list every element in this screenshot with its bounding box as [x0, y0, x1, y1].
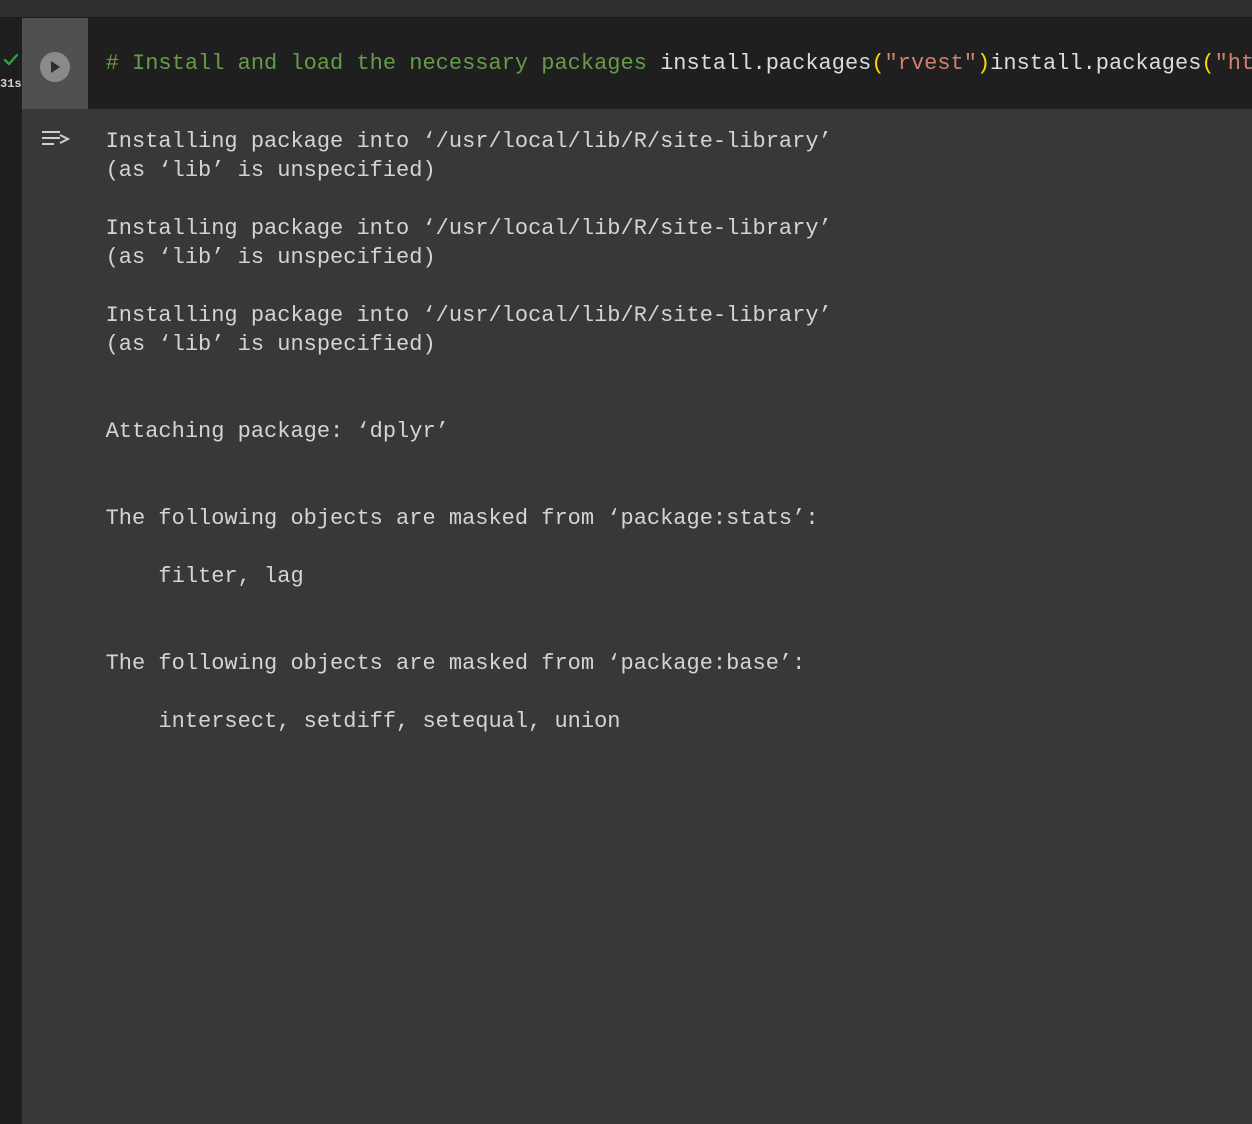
- play-icon: [48, 60, 62, 74]
- top-bar: [0, 0, 1252, 18]
- code-editor[interactable]: # Install and load the necessary package…: [88, 18, 1252, 109]
- output-row: Installing package into ‘/usr/local/lib/…: [22, 109, 1252, 1124]
- output-flow-icon: [40, 127, 70, 1124]
- notebook: 31s # Install and load the necessary pac…: [0, 0, 1252, 1124]
- output-gutter: [22, 109, 88, 1124]
- run-gutter: [22, 18, 88, 109]
- execution-duration: 31s: [0, 77, 22, 91]
- code-cell: 31s # Install and load the necessary pac…: [0, 18, 1252, 1124]
- run-cell-button[interactable]: [40, 52, 70, 82]
- execution-status-column: 31s: [0, 18, 22, 1124]
- cell-output: Installing package into ‘/usr/local/lib/…: [88, 109, 1252, 1124]
- code-row: # Install and load the necessary package…: [22, 18, 1252, 109]
- check-icon: [3, 52, 19, 73]
